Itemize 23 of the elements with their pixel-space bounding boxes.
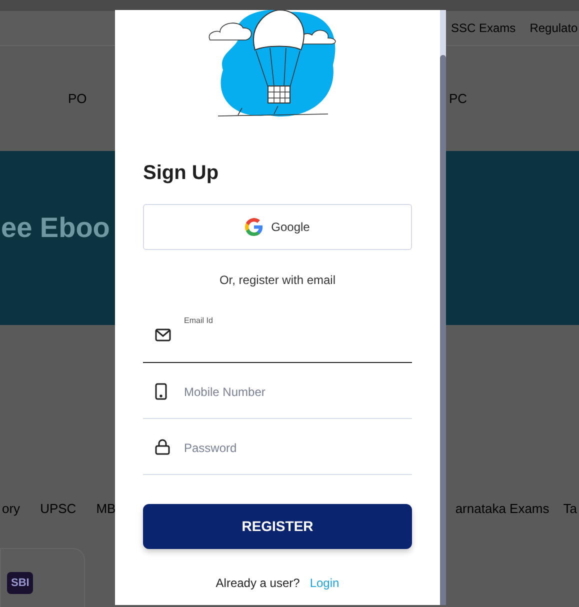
envelope-icon [155, 328, 171, 342]
sbi-logo: SBI [7, 572, 34, 594]
nav-link[interactable]: Regulato [530, 19, 578, 37]
sub-nav-link[interactable]: PC [448, 88, 467, 108]
category-tab[interactable]: UPSC [40, 499, 76, 519]
exam-card[interactable]: SBI [0, 548, 85, 607]
login-prompt: Already a user? [216, 575, 300, 592]
google-button[interactable]: Google [143, 204, 412, 250]
field-label: Email Id [184, 315, 213, 327]
category-tab[interactable]: Ta [563, 499, 577, 519]
divider-text: Or, register with email [219, 272, 336, 289]
category-tab[interactable]: arnataka Exams [455, 499, 550, 519]
category-tab[interactable]: ory [2, 499, 20, 519]
sub-nav-link[interactable]: PO [68, 88, 87, 108]
google-icon [245, 218, 264, 236]
register-button[interactable]: REGISTER [143, 504, 412, 549]
banner-title: ee Eboo [1, 211, 110, 245]
nav-link[interactable]: SSC Exams [451, 19, 516, 37]
phone-icon [155, 382, 167, 400]
category-tab[interactable]: MB [96, 499, 116, 519]
modal-title: Sign Up [143, 161, 220, 186]
login-link[interactable]: Login [310, 574, 340, 592]
lock-icon [155, 439, 170, 455]
